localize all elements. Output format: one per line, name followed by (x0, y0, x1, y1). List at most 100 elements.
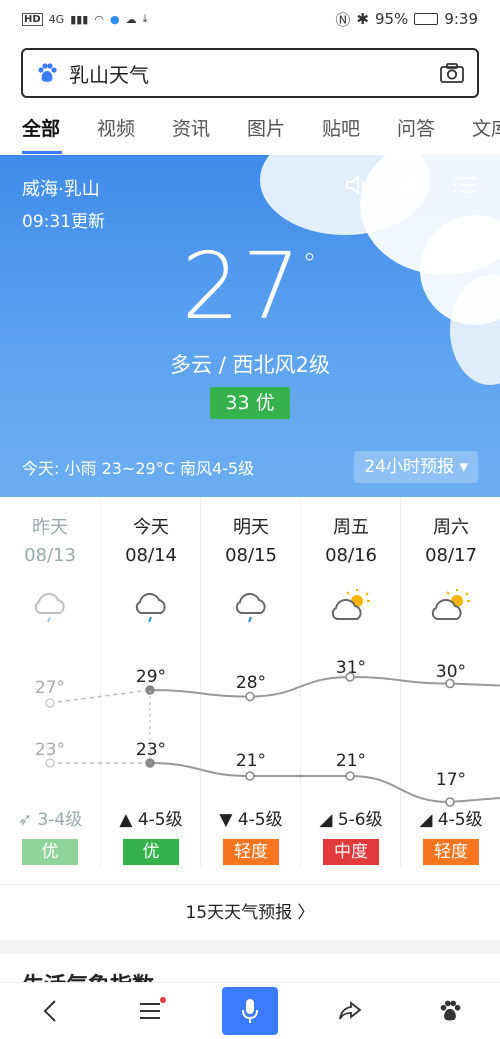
day-column-saturday[interactable]: 周六 08/17 30° 17° ◢ 4-5级 轻度 (400, 497, 500, 867)
result-tabs: 全部 视频 资讯 图片 贴吧 问答 文库 (0, 108, 500, 154)
air-quality-badge: 轻度 (223, 839, 279, 865)
tab-news[interactable]: 资讯 (172, 108, 247, 154)
tab-tieba[interactable]: 贴吧 (322, 108, 397, 154)
daily-forecast: 昨天 08/13 27° 23° ➶ 3-4级 优 今天 08/14 29° 2… (0, 497, 500, 867)
cloud-icon: ☁ (125, 12, 137, 26)
high-temp-label: 28° (235, 673, 267, 693)
air-quality-badge: 中度 (323, 839, 379, 865)
hourly-forecast-button[interactable]: 24小时预报 ▾ (354, 451, 478, 483)
weather-hero: 威海·乳山 09:31更新 27° 多云 / 西北风2级 33 优 今天: 小雨… (0, 155, 500, 497)
day-date: 08/15 (225, 545, 277, 566)
high-temp-label: 31° (335, 658, 367, 678)
wind-arrow-icon: ▲ (119, 810, 133, 830)
baidu-paw-icon (440, 1000, 461, 1021)
day-column-tomorrow[interactable]: 明天 08/15 28° 21° ▼ 4-5级 轻度 (200, 497, 300, 867)
day-date: 08/17 (425, 545, 477, 566)
partly-sunny-icon (431, 589, 470, 620)
high-temp-label: 30° (435, 662, 467, 682)
wind-arrow-icon: ◢ (319, 810, 333, 830)
day-date: 08/16 (325, 545, 377, 566)
wind-level: ▲ 4-5级 (101, 805, 201, 830)
wind-text: 5-6级 (337, 810, 383, 830)
wifi-icon: ◠ (94, 12, 104, 26)
low-temp-label: 17° (435, 770, 467, 790)
air-quality-badge: 轻度 (423, 839, 479, 865)
wind-level: ◢ 5-6级 (301, 805, 401, 830)
today-summary: 今天: 小雨 23~29°C 南风4-5级 (22, 459, 255, 478)
camera-icon[interactable] (439, 62, 465, 84)
baidu-home-button[interactable] (422, 987, 478, 1035)
tab-images[interactable]: 图片 (247, 108, 322, 154)
menu-button[interactable] (122, 987, 178, 1035)
wind-arrow-icon: ▼ (219, 810, 233, 830)
hero-actions (344, 173, 478, 197)
app-icon: ● (109, 12, 120, 26)
aqi-badge[interactable]: 33 优 (210, 387, 290, 419)
tab-wenku[interactable]: 文库 (472, 108, 500, 154)
tab-all[interactable]: 全部 (22, 108, 97, 154)
status-right: Ⓝ ✱ 95% 9:39 (335, 9, 478, 30)
fifteen-day-forecast-link[interactable]: 15天天气预报 〉 (0, 884, 500, 940)
partly-sunny-icon (331, 589, 370, 620)
back-button[interactable] (22, 987, 78, 1035)
rain-cloud-icon (34, 592, 65, 623)
day-name: 明天 (233, 517, 269, 538)
update-time: 09:31更新 (22, 212, 105, 232)
bluetooth-icon: ✱ (356, 10, 369, 28)
voice-search-button[interactable] (222, 987, 278, 1035)
low-temp-label: 21° (335, 751, 367, 771)
day-column-friday[interactable]: 周五 08/16 31° 21° ◢ 5-6级 中度 (300, 497, 400, 867)
air-quality-badge: 优 (22, 839, 78, 865)
share-button[interactable] (322, 987, 378, 1035)
search-box[interactable]: 乳山天气 (21, 48, 479, 98)
day-name: 周五 (333, 517, 369, 538)
speaker-icon[interactable] (344, 173, 370, 197)
day-column-yesterday[interactable]: 昨天 08/13 27° 23° ➶ 3-4级 优 (0, 497, 100, 867)
day-name: 周六 (433, 517, 469, 538)
low-temp-label: 23° (34, 740, 66, 760)
network-label: 4G (48, 12, 65, 26)
section-divider (0, 940, 500, 954)
nfc-icon: Ⓝ (335, 10, 351, 29)
menu-icon (140, 1003, 160, 1019)
temperature-value: 27 (181, 233, 303, 340)
notification-dot (160, 997, 166, 1003)
high-temp-label: 27° (34, 678, 66, 698)
low-temp-label: 21° (235, 751, 267, 771)
battery-text: 95% (374, 10, 409, 28)
high-temp-label: 29° (135, 667, 167, 687)
wind-level: ▼ 4-5级 (201, 805, 301, 830)
day-column-today[interactable]: 今天 08/14 29° 23° ▲ 4-5级 优 (100, 497, 200, 867)
wind-text: 4-5级 (437, 810, 483, 830)
download-icon: ⤓ (142, 12, 148, 25)
status-bar: HD 4G ▮▮▮ ◠ ● ☁ ⤓ Ⓝ ✱ 95% 9:39 (0, 0, 500, 38)
day-date: 08/14 (125, 545, 177, 566)
battery-icon (414, 13, 439, 25)
tab-video[interactable]: 视频 (97, 108, 172, 154)
wind-level: ◢ 4-5级 (401, 805, 500, 830)
baidu-paw-icon (38, 63, 57, 82)
status-left: HD 4G ▮▮▮ ◠ ● ☁ ⤓ (22, 12, 147, 26)
menu-list-icon[interactable] (452, 173, 478, 197)
share-icon[interactable] (398, 173, 424, 197)
chevron-left-icon (43, 1000, 56, 1022)
bottom-nav (0, 982, 500, 1039)
day-date: 08/13 (24, 545, 76, 566)
share-icon (339, 1001, 362, 1020)
search-input[interactable]: 乳山天气 (69, 59, 439, 88)
wind-text: 4-5级 (237, 810, 283, 830)
day-name: 今天 (133, 517, 169, 538)
location[interactable]: 威海·乳山 (22, 175, 100, 201)
wind-arrow-icon: ➶ (17, 810, 33, 830)
clock: 9:39 (444, 10, 478, 28)
wind-arrow-icon: ◢ (419, 810, 433, 830)
microphone-icon (242, 999, 258, 1023)
signal-icon: ▮▮▮ (70, 12, 89, 26)
day-name: 昨天 (32, 517, 68, 538)
current-temperature: 27° (0, 233, 500, 340)
condition-text: 多云 / 西北风2级 (170, 353, 330, 377)
tab-qa[interactable]: 问答 (397, 108, 472, 154)
wind-text: 3-4级 (37, 810, 83, 830)
rain-cloud-icon (135, 592, 166, 623)
degree-symbol: ° (302, 247, 319, 280)
